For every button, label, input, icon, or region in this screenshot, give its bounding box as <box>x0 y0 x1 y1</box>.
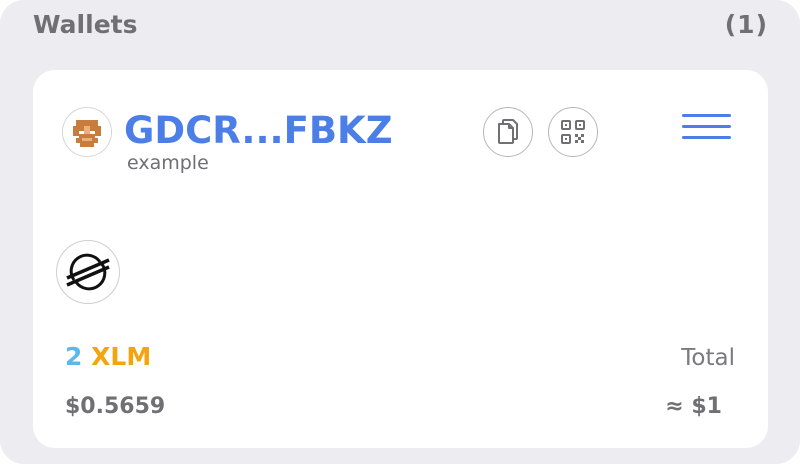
wallet-count: (1) <box>724 10 768 39</box>
identicon-avatar <box>62 107 112 157</box>
stellar-logo-icon <box>56 240 120 304</box>
asset-fiat-value: $0.5659 <box>65 394 166 419</box>
total-value: ≈ $1 <box>665 394 722 419</box>
total-label: Total <box>681 345 735 371</box>
panel-title: Wallets <box>33 10 138 39</box>
wallet-address[interactable]: GDCR...FBKZ <box>124 108 393 154</box>
copy-icon <box>498 119 518 144</box>
asset-amount: 2 <box>65 342 83 371</box>
hamburger-menu-icon <box>682 114 731 117</box>
wallets-panel: Wallets (1) GDCR...FBKZ example 2 XLM $0… <box>0 0 800 464</box>
qr-code-icon <box>561 120 585 144</box>
asset-code: XLM <box>91 342 152 371</box>
copy-address-button[interactable] <box>483 107 533 157</box>
menu-button[interactable] <box>682 114 732 144</box>
wallet-name: example <box>127 152 209 174</box>
qr-code-button[interactable] <box>548 107 598 157</box>
wallet-card[interactable]: GDCR...FBKZ example 2 XLM $0.5659 Total … <box>33 70 768 448</box>
asset-balance: 2 XLM <box>65 342 151 371</box>
